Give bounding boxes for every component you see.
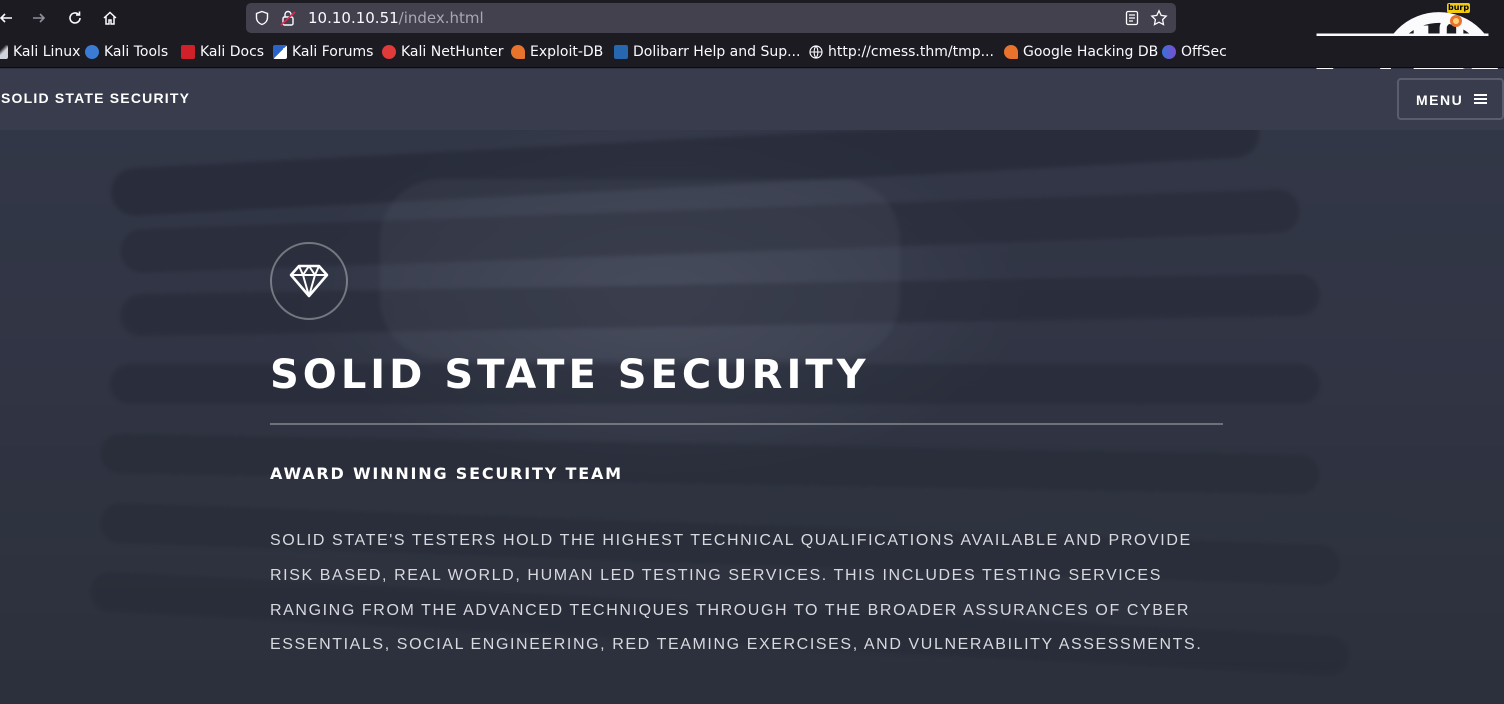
bookmark-exploit-db[interactable]: Exploit-DB [511,43,603,61]
kali-tools-icon [85,45,99,59]
hero-description: Solid State's testers hold the highest t… [270,532,1203,654]
bookmarks-toolbar: Kali Linux Kali Tools Kali Docs Kali For… [0,36,1504,68]
burp-badge-label: burp [1447,3,1471,13]
bookmark-label: Exploit-DB [530,44,604,60]
exploit-db-icon [511,45,525,59]
reload-button[interactable] [63,6,87,30]
bookmark-label: Google Hacking DB [1023,44,1159,60]
diamond-badge [270,242,348,320]
kali-docs-icon [181,45,195,59]
back-button[interactable] [0,6,18,30]
bookmark-label: Kali NetHunter [401,44,504,60]
forward-arrow-icon [33,13,46,23]
bookmark-offsec[interactable]: OffSec [1162,43,1227,61]
bookmark-google-hacking-db[interactable]: Google Hacking DB [1004,43,1158,61]
bookmark-kali-forums[interactable]: Kali Forums [273,43,373,61]
bookmark-label: Dolibarr Help and Sup... [633,44,801,60]
url-path: /index.html [398,9,484,27]
bookmark-dolibarr[interactable]: Dolibarr Help and Sup... [614,43,800,61]
hero-divider [270,423,1223,425]
site-logo[interactable]: SOLID STATE SECURITY [1,90,190,106]
bookmark-kali-docs[interactable]: Kali Docs [181,43,264,61]
url-host: 10.10.10.51 [308,9,399,27]
site-header: SOLID STATE SECURITY MENU [0,69,1504,130]
url-text[interactable]: 10.10.10.51/index.html [308,9,484,27]
bookmark-kali-nethunter[interactable]: Kali NetHunter [382,43,503,61]
bookmark-label: OffSec [1181,44,1227,60]
back-arrow-icon [0,13,12,23]
browser-toolbar: 10.10.10.51/index.html burp [0,0,1504,188]
bookmark-label: Kali Docs [200,44,265,60]
url-bar[interactable]: 10.10.10.51/index.html [246,3,1176,33]
bookmark-label: http://cmess.thm/tmp... [828,44,994,60]
ghdb-icon [1004,45,1018,59]
menu-button[interactable]: MENU [1397,78,1504,120]
insecure-lock-icon[interactable] [280,10,296,26]
menu-label: MENU [1416,92,1464,108]
reload-icon [69,11,81,24]
bookmark-kali-tools[interactable]: Kali Tools [85,43,168,61]
diamond-icon [289,264,329,298]
kali-forums-icon [273,45,287,59]
reader-view-icon[interactable] [1124,10,1140,26]
offsec-icon [1162,45,1176,59]
bookmark-label: Kali Linux [13,44,81,60]
home-button[interactable] [98,6,122,30]
forward-button[interactable] [27,6,51,30]
bookmark-label: Kali Forums [292,44,374,60]
burp-extension-button[interactable]: burp [1447,3,1471,29]
bookmark-kali-linux[interactable]: Kali Linux [0,43,80,61]
hamburger-icon [1474,94,1487,104]
hero-subtitle: AWARD WINNING SECURITY TEAM [270,464,623,483]
bookmark-star-icon[interactable] [1150,9,1168,27]
web-page: SOLID STATE SECURITY MENU SOLID STATE SE… [0,69,1504,704]
bookmark-cmess[interactable]: http://cmess.thm/tmp... [809,43,994,61]
bookmark-label: Kali Tools [104,44,169,60]
kali-linux-icon [0,45,8,59]
dolibarr-icon [614,45,628,59]
home-icon [103,11,117,25]
globe-icon [809,45,823,59]
shield-icon[interactable] [254,10,270,26]
hero-title: SOLID STATE SECURITY [270,352,870,398]
kali-nethunter-icon [382,45,396,59]
